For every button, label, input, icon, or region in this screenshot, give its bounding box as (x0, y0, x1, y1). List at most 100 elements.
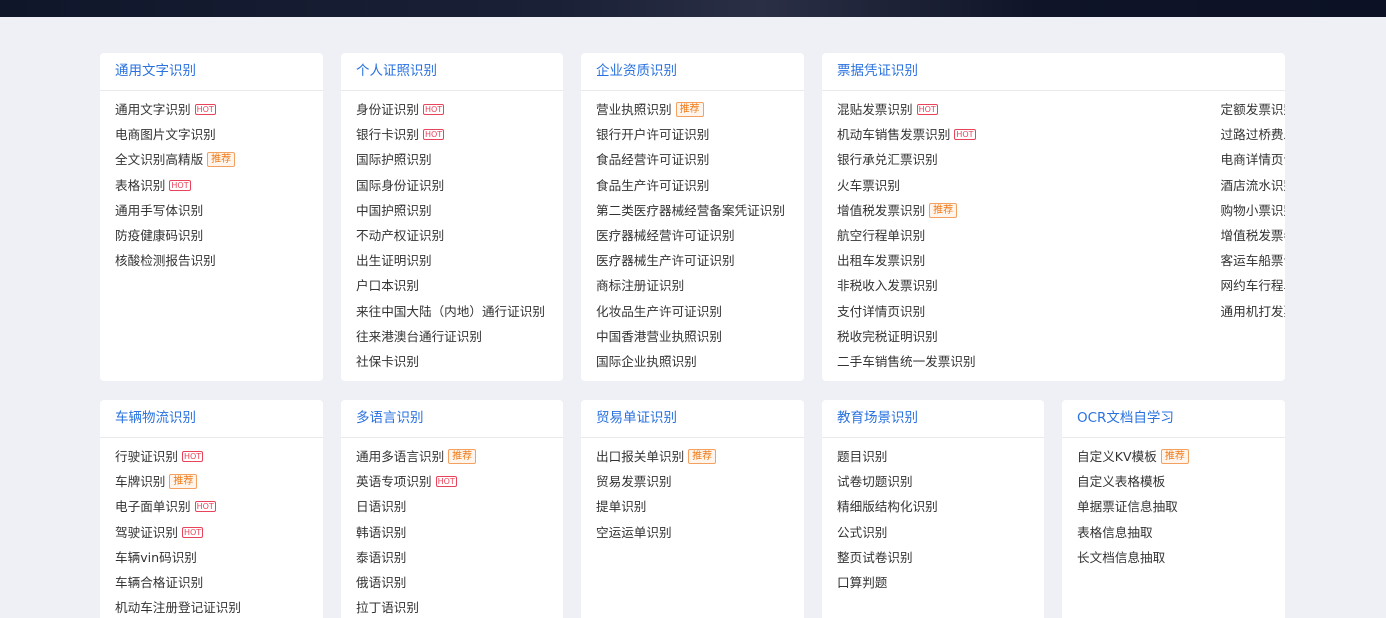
service-link[interactable]: 往来港澳台通行证识别 (341, 326, 545, 351)
service-link[interactable]: 拉丁语识别 (341, 597, 476, 618)
service-link[interactable]: 机动车销售发票识别 HOT (822, 124, 976, 149)
service-link-label: 车辆合格证识别 (115, 574, 204, 590)
service-link[interactable]: 出口报关单识别 推荐 (581, 446, 717, 471)
service-link[interactable]: 定额发票识别 (1206, 99, 1285, 124)
card-title[interactable]: 票据凭证识别 (822, 53, 1285, 91)
card-title[interactable]: 车辆物流识别 (100, 400, 323, 438)
card-title[interactable]: 教育场景识别 (822, 400, 1044, 438)
service-link-label: 增值税发票卷票识别 (1220, 227, 1285, 243)
service-link[interactable]: 医疗器械经营许可证识别 (581, 225, 785, 250)
service-link[interactable]: 口算判题 (822, 572, 938, 597)
service-link[interactable]: 银行卡识别 HOT (341, 124, 545, 149)
service-link[interactable]: 酒店流水识别 (1206, 175, 1285, 200)
service-link[interactable]: 火车票识别 (822, 175, 976, 200)
service-link[interactable]: 全文识别高精版 推荐 (100, 149, 236, 174)
service-link[interactable]: 食品经营许可证识别 (581, 149, 785, 174)
service-link[interactable]: 电商详情页识别 (1206, 149, 1285, 174)
service-link[interactable]: 单据票证信息抽取 (1062, 496, 1189, 521)
service-link[interactable]: 非税收入发票识别 (822, 275, 976, 300)
card-title[interactable]: OCR文档自学习 (1062, 400, 1285, 438)
service-link[interactable]: 通用文字识别 HOT (100, 99, 235, 124)
service-link[interactable]: 营业执照识别 推荐 (581, 99, 785, 124)
card-title[interactable]: 企业资质识别 (581, 53, 804, 91)
service-link[interactable]: 英语专项识别 HOT (341, 471, 476, 496)
service-link[interactable]: 增值税发票识别 推荐 (822, 200, 976, 225)
category-card: 教育场景识别题目识别试卷切题识别 精细版结构化识别公式识别整页试卷识别 口算判题 (822, 400, 1044, 618)
service-link[interactable]: 通用多语言识别 推荐 (341, 446, 477, 471)
card-body: 通用多语言识别 推荐 英语专项识别 HOT 日语识别韩语识别 泰语识别 俄语识别 拉丁语识别 (341, 438, 563, 618)
service-link[interactable]: 俄语识别 (341, 572, 476, 597)
service-link[interactable]: 车辆vin码识别 (100, 547, 241, 572)
service-link[interactable]: 第二类医疗器械经营备案凭证识别 (581, 200, 785, 225)
card-title[interactable]: 贸易单证识别 (581, 400, 804, 438)
service-link[interactable]: 国际护照识别 (341, 149, 545, 174)
service-link[interactable]: 机动车注册登记证识别 (100, 597, 241, 618)
service-link[interactable]: 通用手写体识别 (100, 200, 235, 225)
service-link[interactable]: 银行开户许可证识别 (581, 124, 785, 149)
service-link-label: 公式识别 (837, 524, 888, 540)
service-link[interactable]: 食品生产许可证识别 (581, 175, 785, 200)
service-link[interactable]: 二手车销售统一发票识别 (822, 351, 976, 376)
hot-badge: HOT (422, 104, 445, 115)
service-link-label: 题目识别 (837, 449, 888, 464)
card-body: 题目识别试卷切题识别 精细版结构化识别公式识别整页试卷识别 口算判题 (822, 438, 1044, 597)
item-column: 身份证识别 HOT 银行卡识别 HOT 国际护照识别 国际身份证识别 中国护照识别 不动产权证… (341, 99, 545, 376)
service-link[interactable]: 商标注册证识别 (581, 275, 785, 300)
service-link[interactable]: 混贴发票识别 HOT (822, 99, 976, 124)
service-link[interactable]: 购物小票识别 (1206, 200, 1285, 225)
service-link[interactable]: 整页试卷识别 (822, 547, 938, 572)
service-link[interactable]: 过路过桥费发票识别 (1206, 124, 1285, 149)
card-body: 行驶证识别 HOT 车牌识别 推荐 电子面单识别 HOT 驾驶证识别 HOT 车辆vin码识别车… (100, 438, 323, 618)
service-link[interactable]: 表格识别 HOT (100, 175, 235, 200)
service-link[interactable]: 国际企业执照识别 (581, 351, 785, 376)
service-link[interactable]: 网约车行程单识别 (1206, 275, 1285, 300)
service-link[interactable]: 长文档信息抽取 (1062, 547, 1189, 572)
service-link[interactable]: 题目识别 (822, 446, 938, 471)
service-link[interactable]: 航空行程单识别 (822, 225, 976, 250)
service-link[interactable]: 试卷切题识别 (822, 471, 938, 496)
service-link[interactable]: 来往中国大陆（内地）通行证识别 (341, 301, 545, 326)
service-link[interactable]: 国际身份证识别 (341, 175, 545, 200)
service-link[interactable]: 车辆合格证识别 (100, 572, 241, 597)
service-link[interactable]: 表格信息抽取 (1062, 522, 1189, 547)
service-link[interactable]: 户口本识别 (341, 275, 545, 300)
service-link[interactable]: 驾驶证识别 HOT (100, 522, 241, 547)
service-link[interactable]: 精细版结构化识别 (822, 496, 938, 521)
service-link[interactable]: 出生证明识别 (341, 250, 545, 275)
service-link[interactable]: 防疫健康码识别 (100, 225, 235, 250)
service-link[interactable]: 身份证识别 HOT (341, 99, 545, 124)
service-link[interactable]: 空运运单识别 (581, 522, 716, 547)
service-link[interactable]: 电商图片文字识别 (100, 124, 235, 149)
service-link[interactable]: 通用机打发票识别 (1206, 301, 1285, 326)
service-link-label: 日语识别 (356, 499, 407, 515)
service-link[interactable]: 客运车船票识别 (1206, 250, 1285, 275)
service-link[interactable]: 贸易发票识别 (581, 471, 716, 496)
service-link[interactable]: 自定义KV模板 推荐 (1062, 446, 1189, 471)
service-link[interactable]: 提单识别 (581, 496, 716, 521)
service-link[interactable]: 公式识别 (822, 522, 938, 547)
service-link[interactable]: 中国香港营业执照识别 (581, 326, 785, 351)
service-link[interactable]: 化妆品生产许可证识别 (581, 301, 785, 326)
service-link[interactable]: 增值税发票卷票识别 (1206, 225, 1285, 250)
recommend-badge: 推荐 (169, 474, 198, 490)
card-title[interactable]: 个人证照识别 (341, 53, 563, 91)
service-link-label: 行驶证识别 (115, 449, 178, 464)
service-link[interactable]: 韩语识别 (341, 522, 476, 547)
card-title[interactable]: 通用文字识别 (100, 53, 323, 91)
card-title[interactable]: 多语言识别 (341, 400, 563, 438)
service-link[interactable]: 社保卡识别 (341, 351, 545, 376)
service-link[interactable]: 电子面单识别 HOT (100, 496, 241, 521)
service-link[interactable]: 中国护照识别 (341, 200, 545, 225)
service-link[interactable]: 日语识别 (341, 496, 476, 521)
service-link[interactable]: 银行承兑汇票识别 (822, 149, 976, 174)
service-link[interactable]: 出租车发票识别 (822, 250, 976, 275)
service-link[interactable]: 税收完税证明识别 (822, 326, 976, 351)
service-link[interactable]: 支付详情页识别 (822, 301, 976, 326)
service-link[interactable]: 医疗器械生产许可证识别 (581, 250, 785, 275)
service-link[interactable]: 不动产权证识别 (341, 225, 545, 250)
service-link[interactable]: 泰语识别 (341, 547, 476, 572)
service-link[interactable]: 行驶证识别 HOT (100, 446, 241, 471)
service-link[interactable]: 自定义表格模板 (1062, 471, 1189, 496)
service-link[interactable]: 车牌识别 推荐 (100, 471, 241, 496)
service-link[interactable]: 核酸检测报告识别 (100, 250, 235, 275)
